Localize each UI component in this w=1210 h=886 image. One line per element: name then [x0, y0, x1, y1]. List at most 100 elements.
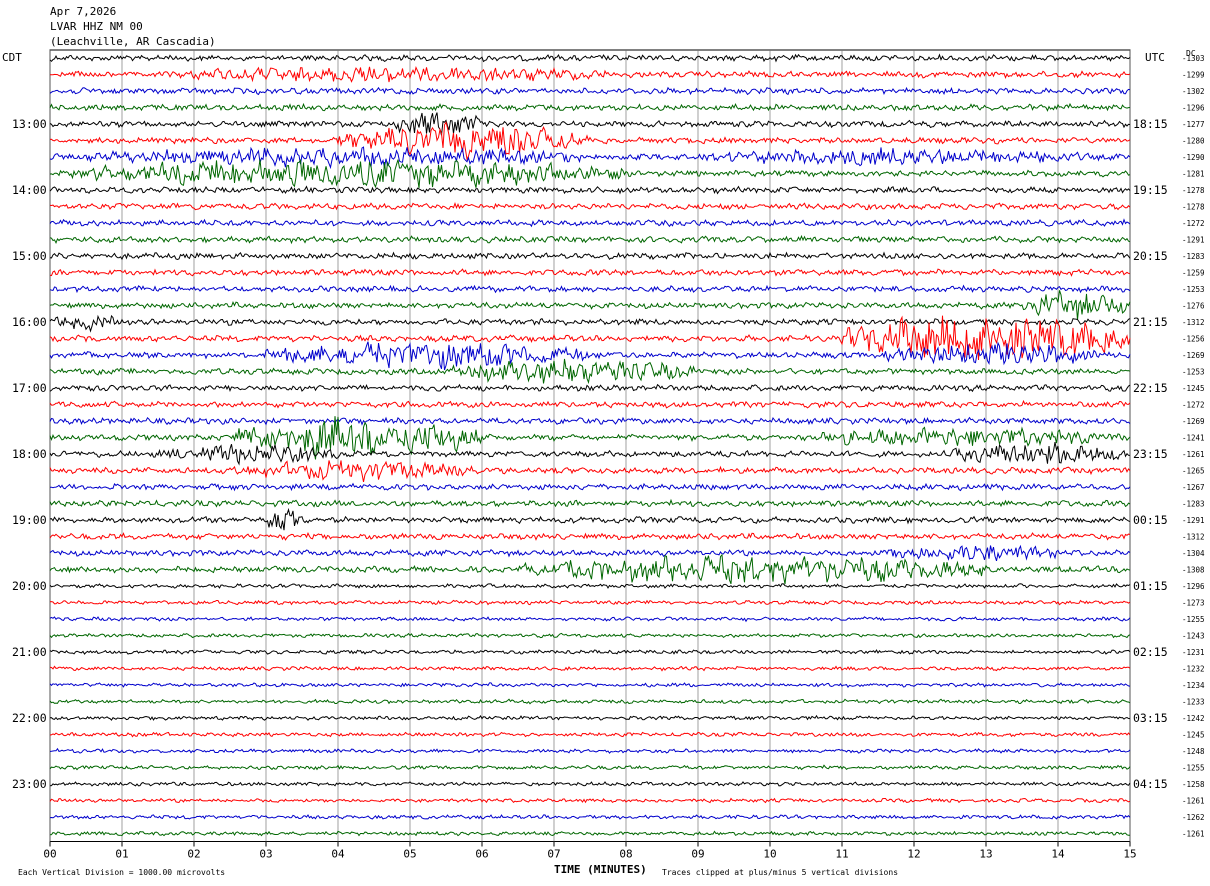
scale-note: Each Vertical Division = 1000.00 microvo…	[18, 868, 226, 877]
dc-offset-label: -1253	[1182, 368, 1205, 377]
trace-line	[49, 544, 1131, 562]
trace-line	[49, 158, 1131, 189]
dc-offset-label: -1269	[1182, 351, 1205, 360]
dc-offset-label: -1241	[1182, 434, 1205, 443]
dc-offset-label: -1290	[1182, 153, 1205, 162]
trace-line	[49, 102, 1131, 112]
trace-line	[49, 830, 1130, 837]
seismic-traces	[49, 53, 1131, 837]
trace-line	[49, 532, 1131, 541]
trace-line	[49, 498, 1131, 508]
trace-line	[49, 218, 1131, 228]
dc-offset-label: -1283	[1182, 500, 1205, 509]
left-hour-label: 19:00	[12, 513, 47, 527]
dc-offset-label: -1304	[1182, 549, 1205, 558]
x-tick-label: 01	[115, 848, 128, 861]
trace-line	[49, 146, 1131, 170]
trace-line	[49, 682, 1131, 688]
x-tick-label: 11	[835, 848, 848, 861]
trace-line	[49, 747, 1131, 754]
x-tick-label: 12	[907, 848, 920, 861]
right-hour-label: 23:15	[1133, 447, 1168, 461]
right-hour-label: 01:15	[1133, 579, 1168, 593]
x-tick-label: 06	[475, 848, 488, 861]
trace-line	[49, 553, 1131, 585]
dc-offset-label: -1302	[1182, 87, 1205, 96]
x-tick-label: 13	[979, 848, 992, 861]
dc-offset-label: -1283	[1182, 252, 1205, 261]
trace-line	[49, 341, 1131, 371]
dc-offset-label: -1262	[1182, 813, 1205, 822]
left-hour-label: 18:00	[12, 447, 47, 461]
trace-line	[49, 112, 1131, 136]
trace-line	[49, 781, 1131, 787]
left-hour-label: 21:00	[12, 645, 47, 659]
trace-line	[49, 460, 1131, 482]
x-tick-label: 07	[547, 848, 560, 861]
left-hour-label: 17:00	[12, 381, 47, 395]
x-tick-label: 10	[763, 848, 776, 861]
trace-line	[49, 714, 1131, 721]
trace-line	[49, 616, 1131, 623]
header-date: Apr 7,2026	[50, 5, 117, 18]
dc-offset-label: -1280	[1182, 137, 1205, 146]
trace-line	[49, 234, 1131, 245]
dc-offset-label: -1245	[1182, 731, 1205, 740]
right-hour-label: 18:15	[1133, 117, 1168, 131]
trace-line	[49, 201, 1131, 211]
left-hour-label: 13:00	[12, 117, 47, 131]
x-tick-label: 09	[691, 848, 704, 861]
dc-offset-label: -1312	[1182, 318, 1205, 327]
dc-offset-label: -1269	[1182, 417, 1205, 426]
dc-offset-label: -1253	[1182, 285, 1205, 294]
trace-line	[49, 442, 1131, 466]
dc-offset-label: -1258	[1182, 780, 1205, 789]
trace-line	[49, 583, 1131, 590]
trace-line	[49, 53, 1131, 63]
trace-line	[49, 665, 1131, 672]
dc-offset-label: -1248	[1182, 747, 1205, 756]
dc-offset-label: -1272	[1182, 401, 1205, 410]
dc-offset-label: -1232	[1182, 665, 1205, 674]
dc-offset-label: -1272	[1182, 219, 1205, 228]
right-hour-label: 03:15	[1133, 711, 1168, 725]
trace-line	[49, 814, 1131, 820]
dc-offset-label: -1291	[1182, 236, 1205, 245]
trace-line	[49, 65, 1131, 83]
dc-offset-label: -1256	[1182, 335, 1205, 344]
dc-offset-label: -1299	[1182, 71, 1205, 80]
trace-line	[49, 764, 1131, 771]
x-tick-label: 14	[1051, 848, 1065, 861]
dc-offset-label: -1291	[1182, 516, 1205, 525]
x-tick-label: 00	[43, 848, 56, 861]
right-hour-label: 22:15	[1133, 381, 1168, 395]
trace-line	[50, 482, 1131, 492]
trace-line	[49, 185, 1131, 195]
trace-line	[49, 797, 1131, 804]
trace-line	[49, 649, 1131, 655]
header-station: LVAR HHZ NM 00	[50, 20, 143, 33]
dc-offset-label: -1265	[1182, 467, 1205, 476]
left-hour-label: 20:00	[12, 579, 47, 593]
left-hour-label: 23:00	[12, 777, 47, 791]
dc-offset-label: -1261	[1182, 797, 1205, 806]
trace-line	[49, 314, 1131, 333]
trace-line	[49, 632, 1131, 639]
dc-offset-label: -1234	[1182, 681, 1205, 690]
trace-line	[49, 383, 1131, 393]
trace-line	[49, 731, 1131, 738]
helicorder-chart: 00 01 02 03 04 05 06 07 08 09 10 11 12 13 14 15-1303-12…	[12, 49, 1205, 861]
trace-line	[49, 599, 1131, 606]
x-tick-label: 04	[331, 848, 345, 861]
clip-note: Traces clipped at plus/minus 5 vertical …	[662, 868, 899, 877]
x-tick-label: 02	[187, 848, 200, 861]
dc-offset-label: -1296	[1182, 104, 1205, 113]
trace-line	[49, 86, 1131, 96]
right-hour-label: 00:15	[1133, 513, 1168, 527]
trace-line	[49, 290, 1131, 321]
left-timezone-label: CDT	[2, 51, 22, 64]
right-hour-label: 02:15	[1133, 645, 1168, 659]
x-axis-title: TIME (MINUTES)	[554, 863, 647, 876]
left-hour-label: 22:00	[12, 711, 47, 725]
dc-offset-label: -1267	[1182, 483, 1205, 492]
